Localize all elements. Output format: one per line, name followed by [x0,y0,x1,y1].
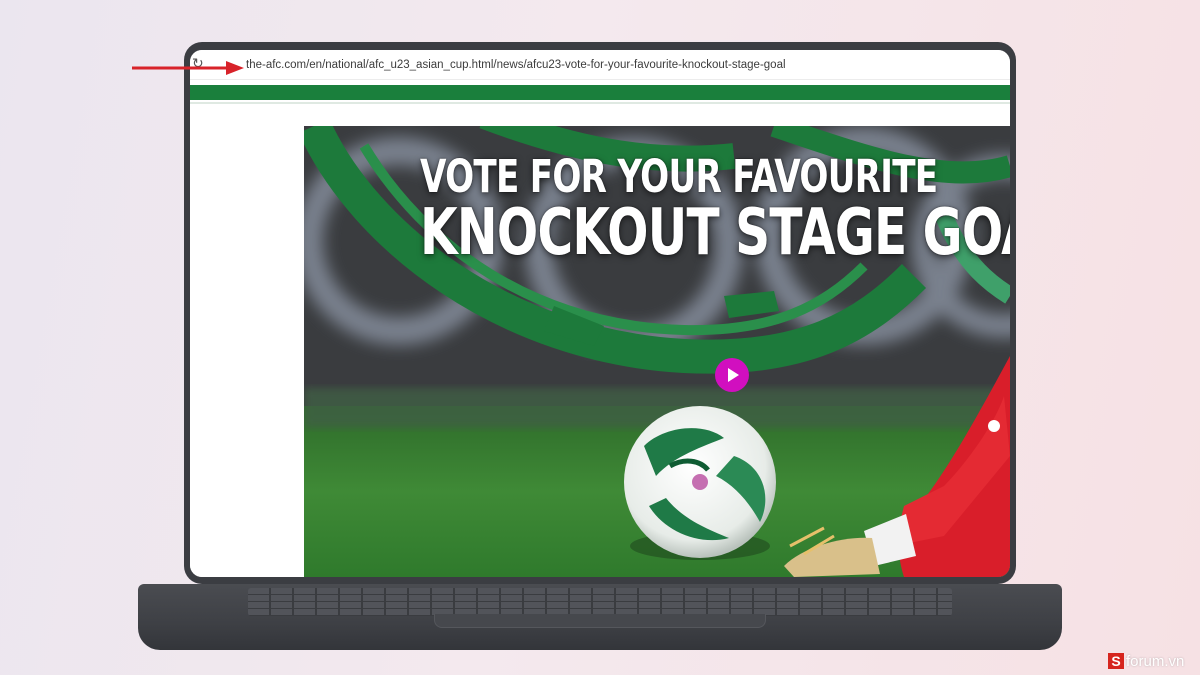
sforum-watermark: S forum.vn [1108,652,1184,670]
hero-title-line-1: VOTE FOR YOUR FAVOURITE [420,150,938,203]
laptop-base [138,584,1062,650]
annotation-arrow [132,61,244,75]
sforum-logo-badge: S [1108,653,1124,669]
page-sidebar [190,104,304,577]
sforum-logo-text: forum.vn [1126,652,1185,670]
url-text[interactable]: the-afc.com/en/national/afc_u23_asian_cu… [246,59,786,71]
laptop-screen: ↻ the-afc.com/en/national/afc_u23_asian_… [190,50,1010,577]
hero-title-line-2: KNOCKOUT STAGE GOAL [420,196,1010,270]
hero-title: VOTE FOR YOUR FAVOURITE KNOCKOUT STAGE G… [420,154,1010,265]
site-header-divider [190,102,1010,104]
laptop-touchpad [434,614,766,628]
hero-video-thumbnail[interactable]: VOTE FOR YOUR FAVOURITE KNOCKOUT STAGE G… [304,126,1010,577]
site-header-bar [190,85,1010,100]
play-button[interactable] [715,358,749,392]
laptop-keyboard [248,588,952,616]
browser-address-bar[interactable]: ↻ the-afc.com/en/national/afc_u23_asian_… [190,50,1010,80]
